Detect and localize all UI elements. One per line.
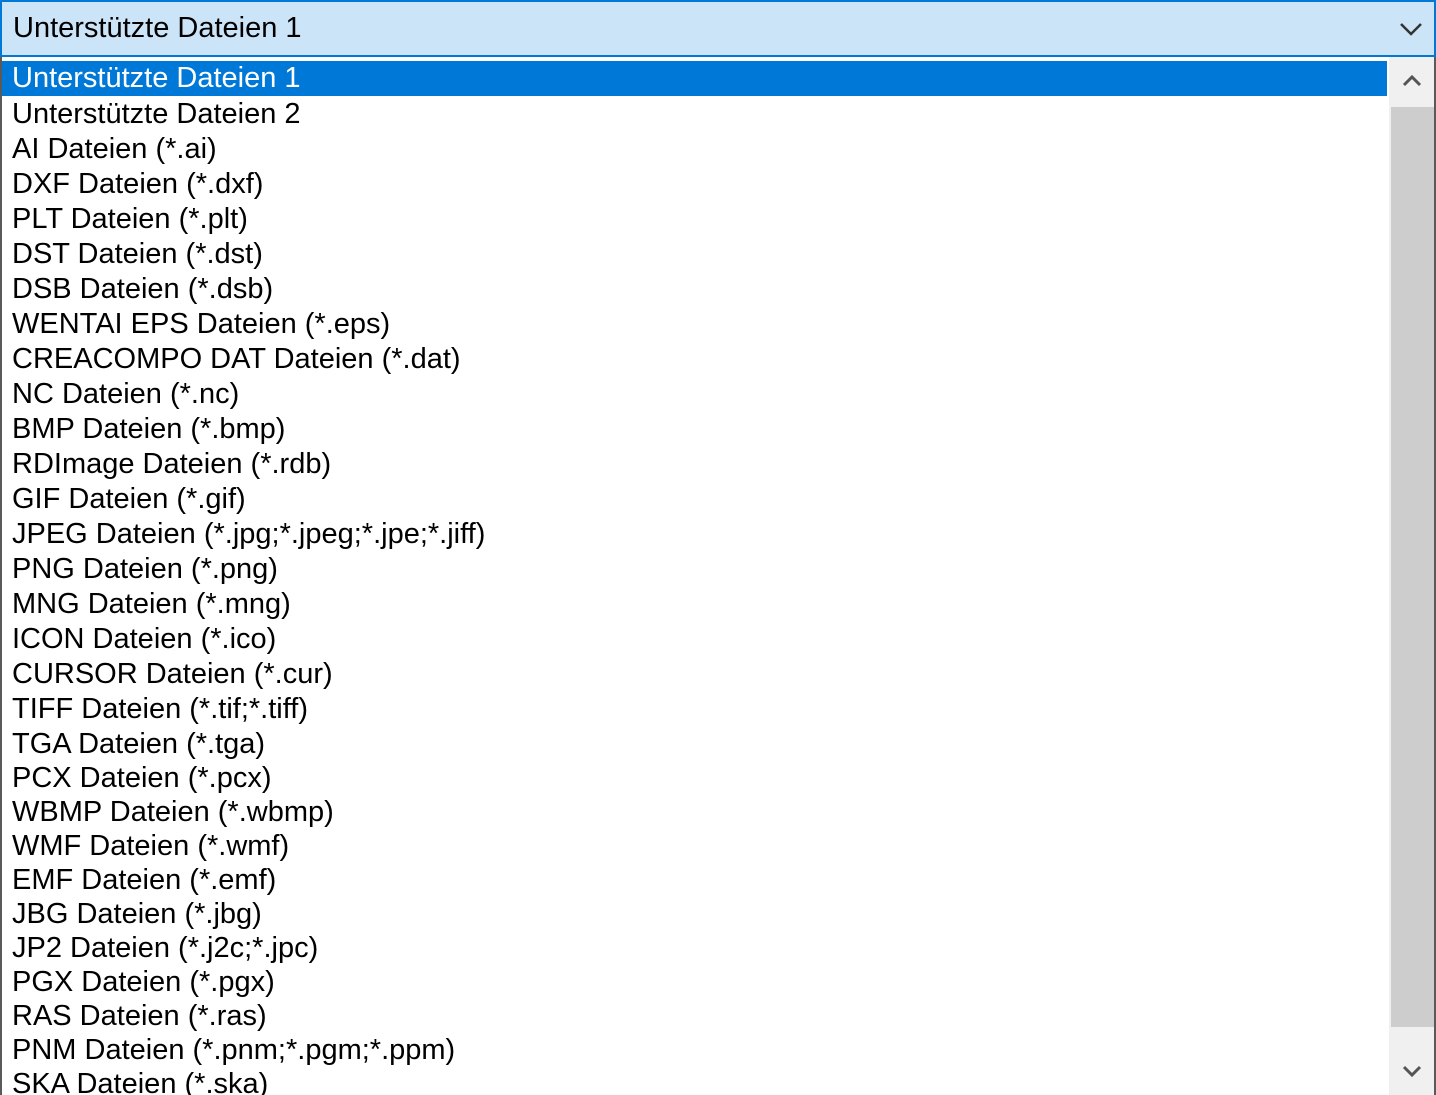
list-item[interactable]: PLT Dateien (*.plt): [2, 202, 1387, 237]
file-type-combobox[interactable]: Unterstützte Dateien 1: [0, 0, 1436, 57]
chevron-up-icon: [1402, 74, 1422, 87]
scrollbar-thumb[interactable]: [1391, 107, 1434, 1027]
dropdown-list[interactable]: Unterstützte Dateien 1 Unterstützte Datei…: [0, 57, 1436, 1095]
list-item[interactable]: WENTAI EPS Dateien (*.eps): [2, 307, 1387, 342]
list-item[interactable]: PNG Dateien (*.png): [2, 552, 1387, 587]
list-item[interactable]: WMF Dateien (*.wmf): [2, 829, 1387, 864]
list-item[interactable]: PCX Dateien (*.pcx): [2, 761, 1387, 796]
list-item[interactable]: TIFF Dateien (*.tif;*.tiff): [2, 692, 1387, 727]
list-item[interactable]: BMP Dateien (*.bmp): [2, 412, 1387, 447]
list-item[interactable]: JBG Dateien (*.jbg): [2, 897, 1387, 932]
vertical-scrollbar[interactable]: [1389, 57, 1434, 1095]
list-item[interactable]: PNM Dateien (*.pnm;*.pgm;*.ppm): [2, 1033, 1387, 1068]
list-item[interactable]: DSB Dateien (*.dsb): [2, 272, 1387, 307]
chevron-down-icon: [1402, 1065, 1422, 1078]
list-item[interactable]: JPEG Dateien (*.jpg;*.jpeg;*.jpe;*.jiff): [2, 517, 1387, 552]
list-item[interactable]: CREACOMPO DAT Dateien (*.dat): [2, 342, 1387, 377]
scroll-down-button[interactable]: [1389, 1047, 1434, 1095]
combobox-selected-value: Unterstützte Dateien 1: [13, 12, 302, 44]
list-item[interactable]: RDImage Dateien (*.rdb): [2, 447, 1387, 482]
list-item[interactable]: Unterstützte Dateien 1: [2, 61, 1387, 96]
list-item[interactable]: AI Dateien (*.ai): [2, 132, 1387, 167]
list-item[interactable]: TGA Dateien (*.tga): [2, 727, 1387, 762]
list-item[interactable]: RAS Dateien (*.ras): [2, 999, 1387, 1034]
list-item[interactable]: GIF Dateien (*.gif): [2, 482, 1387, 517]
chevron-down-icon[interactable]: [1398, 16, 1424, 42]
list-item[interactable]: ICON Dateien (*.ico): [2, 622, 1387, 657]
list-item[interactable]: EMF Dateien (*.emf): [2, 863, 1387, 898]
list-item[interactable]: PGX Dateien (*.pgx): [2, 965, 1387, 1000]
list-item[interactable]: NC Dateien (*.nc): [2, 377, 1387, 412]
list-item[interactable]: MNG Dateien (*.mng): [2, 587, 1387, 622]
list-item[interactable]: Unterstützte Dateien 2: [2, 97, 1387, 132]
scroll-up-button[interactable]: [1389, 57, 1434, 105]
list-item[interactable]: DST Dateien (*.dst): [2, 237, 1387, 272]
list-item[interactable]: WBMP Dateien (*.wbmp): [2, 795, 1387, 830]
list-item[interactable]: CURSOR Dateien (*.cur): [2, 657, 1387, 692]
list-item[interactable]: DXF Dateien (*.dxf): [2, 167, 1387, 202]
list-item[interactable]: SKA Dateien (*.ska): [2, 1067, 1387, 1095]
list-item[interactable]: JP2 Dateien (*.j2c;*.jpc): [2, 931, 1387, 966]
